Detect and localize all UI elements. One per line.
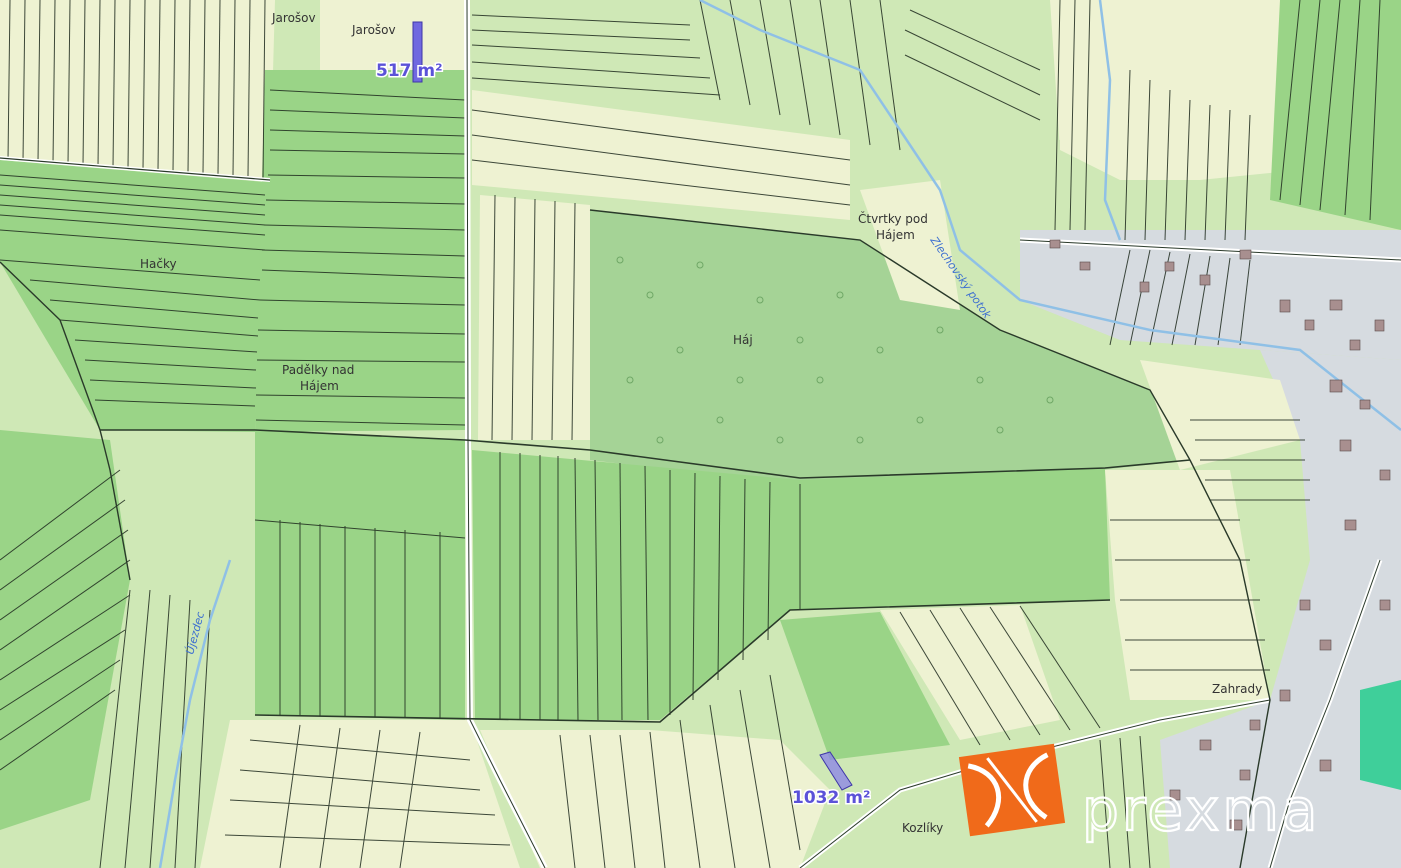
label-zahrady: Zahrady [1212,682,1262,696]
prexma-brand-text: prexma [1082,776,1320,844]
label-kozliky: Kozlíky [902,821,943,835]
label-jarosov-2: Jarošov [351,23,396,37]
parcel-south-area: 1032 m² [792,788,870,808]
label-ctvrtky-2: Hájem [876,228,915,242]
label-padelky-2: Hájem [300,379,339,393]
label-hacky: Hačky [140,257,177,271]
map-canvas: Jarošov Jarošov Hačky Padělky nad Hájem … [0,0,1401,868]
label-padelky-1: Padělky nad [282,363,354,377]
prexma-logo-icon [958,743,1066,837]
label-jarosov-1: Jarošov [271,11,316,25]
parcel-north-area: 517 m² [376,61,443,81]
land-use-layer [0,0,1401,868]
label-haj: Háj [733,333,753,347]
label-ctvrtky-1: Čtvrtky pod [858,211,928,226]
cadastral-map[interactable]: Jarošov Jarošov Hačky Padělky nad Hájem … [0,0,1401,868]
